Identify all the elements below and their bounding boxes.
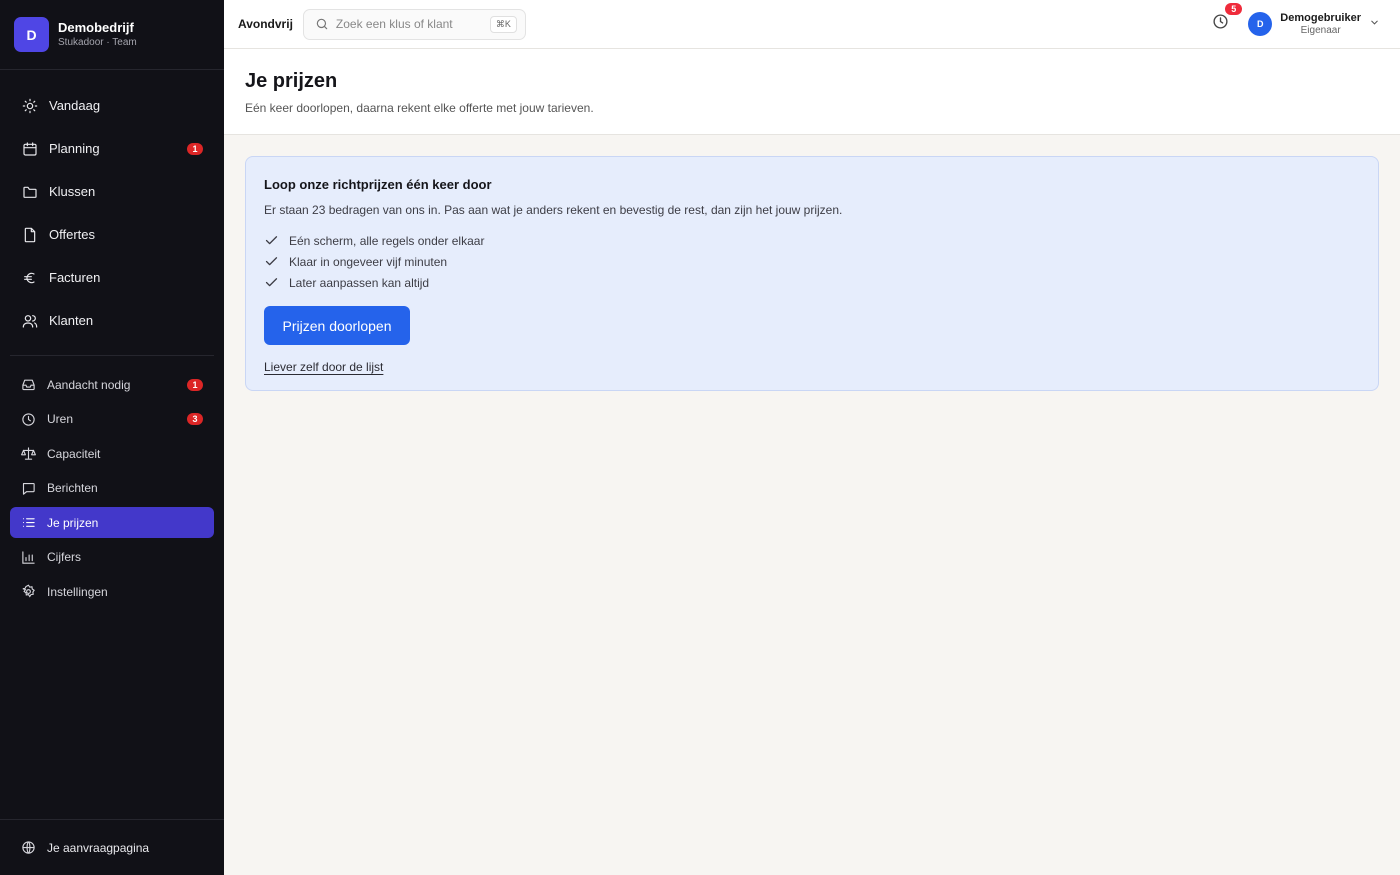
request-page-link[interactable]: Je aanvraagpagina bbox=[0, 819, 224, 875]
sidebar-item-planning[interactable]: Planning 1 bbox=[10, 127, 214, 170]
notification-badge: 5 bbox=[1225, 3, 1243, 15]
check-list: Eén scherm, alle regels onder elkaar Kla… bbox=[264, 230, 1360, 293]
users-icon bbox=[21, 312, 38, 329]
sidebar-item-cijfers[interactable]: Cijfers bbox=[10, 542, 214, 573]
page-title: Je prijzen bbox=[245, 70, 338, 92]
sidebar-item-vandaag[interactable]: Vandaag bbox=[10, 84, 214, 127]
card-description: Er staan 23 bedragen van ons in. Pas aan… bbox=[264, 203, 843, 217]
chevron-down-icon bbox=[1369, 15, 1380, 33]
sidebar-item-berichten[interactable]: Berichten bbox=[10, 473, 214, 504]
globe-icon bbox=[21, 840, 36, 855]
gear-icon bbox=[21, 584, 36, 599]
check-item-text: Eén scherm, alle regels onder elkaar bbox=[289, 233, 485, 248]
list-item: Klaar in ongeveer vijf minuten bbox=[264, 251, 1360, 272]
sidebar-item-facturen[interactable]: Facturen bbox=[10, 256, 214, 299]
card-title: Loop onze richtprijzen één keer door bbox=[264, 177, 492, 192]
check-icon bbox=[264, 275, 279, 290]
document-icon bbox=[21, 226, 38, 243]
page-subtitle: Eén keer doorlopen, daarna rekent elke o… bbox=[245, 101, 594, 115]
sidebar-item-label: Facturen bbox=[49, 270, 101, 285]
page-header: Je prijzen Eén keer doorlopen, daarna re… bbox=[224, 49, 1400, 135]
avatar: D bbox=[1248, 12, 1273, 36]
request-page-label: Je aanvraagpagina bbox=[47, 840, 150, 855]
sidebar: D Demobedrijf Stukadoor · Team Vandaag P… bbox=[0, 0, 224, 875]
primary-nav: Vandaag Planning 1 Klussen Offertes Fact… bbox=[0, 70, 224, 342]
sidebar-item-offertes[interactable]: Offertes bbox=[10, 213, 214, 256]
price-review-card: Loop onze richtprijzen één keer door Er … bbox=[245, 156, 1379, 391]
euro-icon bbox=[21, 269, 38, 286]
sidebar-item-instellingen[interactable]: Instellingen bbox=[10, 576, 214, 607]
topbar: Avondvrij Zoek een klus of klant ⌘K 5 D … bbox=[224, 0, 1400, 49]
sidebar-item-label: Berichten bbox=[47, 481, 98, 495]
sidebar-item-klanten[interactable]: Klanten bbox=[10, 299, 214, 342]
folder-icon bbox=[21, 183, 38, 200]
brand-name: Demobedrijf bbox=[58, 19, 134, 35]
check-icon bbox=[264, 254, 279, 269]
clock-icon bbox=[1212, 13, 1229, 35]
sidebar-item-je-prijzen[interactable]: Je prijzen bbox=[10, 507, 214, 538]
count-badge: 1 bbox=[187, 378, 203, 391]
brand-avatar: D bbox=[14, 17, 49, 52]
nav-divider bbox=[10, 355, 214, 356]
sidebar-item-label: Klanten bbox=[49, 313, 94, 328]
sidebar-item-label: Planning bbox=[49, 141, 100, 156]
search-placeholder: Zoek een klus of klant bbox=[335, 17, 453, 31]
sidebar-item-label: Capaciteit bbox=[47, 446, 101, 461]
sidebar-item-label: Vandaag bbox=[49, 98, 101, 113]
company-name: Avondvrij bbox=[238, 17, 293, 31]
brand-subtitle: Stukadoor · Team bbox=[58, 36, 137, 48]
check-item-text: Klaar in ongeveer vijf minuten bbox=[289, 254, 448, 269]
check-item-text: Later aanpassen kan altijd bbox=[289, 275, 430, 290]
sidebar-item-label: Instellingen bbox=[47, 584, 108, 599]
secondary-nav: Aandacht nodig 1 Uren 3 Capaciteit Beric… bbox=[0, 369, 224, 607]
user-menu[interactable]: D Demogebruiker Eigenaar bbox=[1248, 12, 1380, 37]
search-shortcut: ⌘K bbox=[489, 15, 517, 33]
list-icon bbox=[21, 515, 36, 530]
time-tracking-button[interactable]: 5 bbox=[1209, 3, 1243, 35]
sun-icon bbox=[21, 97, 38, 114]
search-input[interactable]: Zoek een klus of klant ⌘K bbox=[302, 8, 526, 40]
sidebar-item-aandacht-nodig[interactable]: Aandacht nodig 1 bbox=[10, 369, 214, 400]
sidebar-item-label: Klussen bbox=[49, 184, 96, 199]
sidebar-item-label: Offertes bbox=[49, 227, 96, 242]
sidebar-item-klussen[interactable]: Klussen bbox=[10, 170, 214, 213]
manual-list-link[interactable]: Liever zelf door de lijst bbox=[264, 360, 383, 374]
clock-icon bbox=[21, 412, 36, 427]
user-name: Demogebruiker bbox=[1280, 11, 1361, 24]
sidebar-item-label: Je prijzen bbox=[47, 515, 99, 530]
sidebar-item-label: Uren bbox=[47, 412, 74, 426]
calendar-icon bbox=[21, 140, 38, 157]
message-icon bbox=[21, 481, 36, 496]
list-item: Eén scherm, alle regels onder elkaar bbox=[264, 230, 1360, 251]
brand-switcher[interactable]: D Demobedrijf Stukadoor · Team bbox=[0, 0, 224, 70]
list-item: Later aanpassen kan altijd bbox=[264, 272, 1360, 293]
count-badge: 3 bbox=[187, 413, 203, 425]
sidebar-item-label: Aandacht nodig bbox=[47, 377, 131, 392]
sidebar-item-capaciteit[interactable]: Capaciteit bbox=[10, 438, 214, 469]
bar-chart-icon bbox=[21, 550, 36, 565]
count-badge: 1 bbox=[187, 142, 203, 155]
user-role: Eigenaar bbox=[1300, 24, 1341, 36]
check-icon bbox=[264, 233, 279, 248]
sidebar-item-label: Cijfers bbox=[47, 550, 82, 564]
scale-icon bbox=[21, 446, 36, 461]
review-prices-button[interactable]: Prijzen doorlopen bbox=[264, 306, 410, 345]
search-icon bbox=[315, 17, 329, 31]
sidebar-item-uren[interactable]: Uren 3 bbox=[10, 404, 214, 435]
inbox-icon bbox=[21, 377, 36, 392]
